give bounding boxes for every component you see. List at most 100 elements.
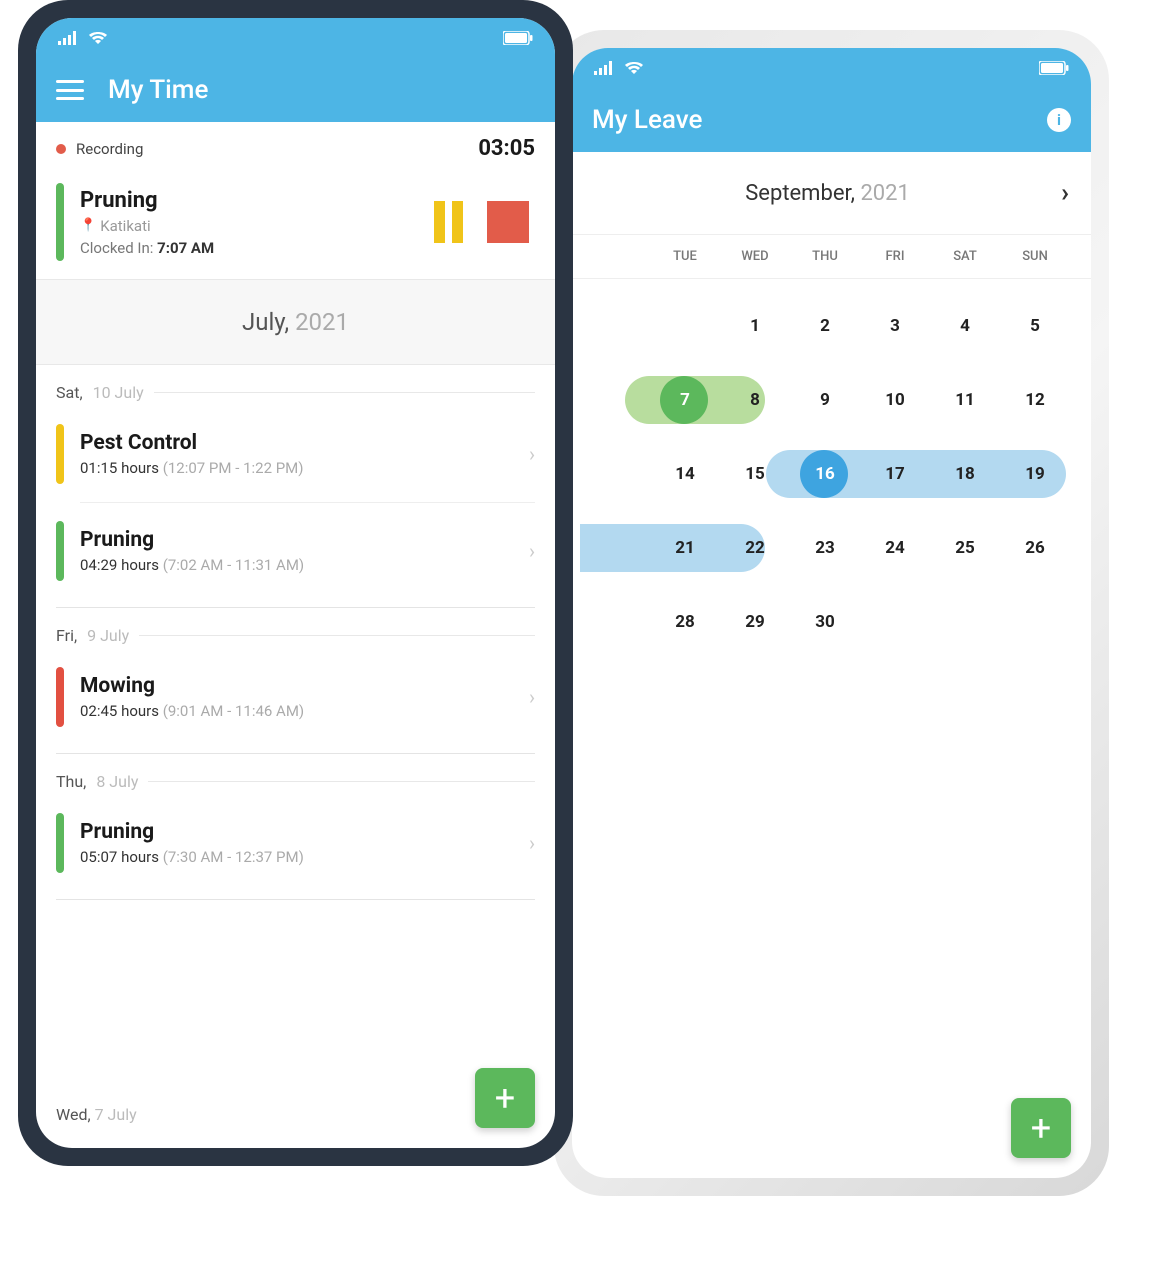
day-label: Sat, 10 July [56,383,535,402]
calendar-cell[interactable]: 19 [1000,464,1070,484]
calendar-cell[interactable]: 23 [790,538,860,558]
calendar-month-label: September, 2021 [594,181,1061,206]
day-label: Fri, 9 July [56,626,535,645]
calendar-cell[interactable]: 10 [860,390,930,410]
page-title: My Time [108,75,535,105]
weekday-sun: SUN [1000,249,1070,264]
entry-duration: 05:07 hours (7:30 AM - 12:37 PM) [80,848,529,866]
add-leave-button[interactable]: + [1011,1098,1071,1158]
screen-myleave: My Leave i September, 2021 › MON TUE WED… [572,48,1091,1178]
day-section: Thu, 8 July Pruning 05:07 hours (7:30 AM… [36,754,555,900]
active-task: Pruning 📍 Katikati Clocked In: 7:07 AM [36,175,555,280]
calendar-cell[interactable]: 9 [790,390,860,410]
calendar-cell[interactable]: 17 [860,464,930,484]
entry-color-bar [56,667,64,727]
calendar-cell[interactable]: 21 [650,538,720,558]
calendar-cell-selected[interactable]: 16 [790,464,860,484]
weekday-tue: TUE [650,249,720,264]
entry-title: Pest Control [80,431,529,455]
month-header: July, 2021 [36,280,555,365]
weekday-wed: WED [720,249,790,264]
calendar-cell[interactable]: 11 [930,390,1000,410]
calendar-cell[interactable]: 29 [720,612,790,632]
menu-button[interactable] [56,80,84,100]
calendar-cell-today[interactable]: 7 [650,390,720,410]
status-bar [572,48,1091,88]
time-entry[interactable]: Pest Control 01:15 hours (12:07 PM - 1:2… [56,412,535,496]
phone-frame-light: My Leave i September, 2021 › MON TUE WED… [554,30,1109,1196]
weekday-thu: THU [790,249,860,264]
calendar-row: 14 15 16 17 18 19 [580,437,1083,511]
entry-color-bar [56,521,64,581]
pause-button[interactable] [434,201,463,243]
chevron-right-icon: › [529,831,535,855]
signal-icon [594,61,614,75]
page-title: My Leave [592,105,1047,135]
day-label: Thu, 8 July [56,772,535,791]
next-month-button[interactable]: › [1061,178,1069,208]
phone-frame-dark: My Time Recording 03:05 Pruning 📍 Katika… [18,0,573,1166]
time-entry[interactable]: Pruning 05:07 hours (7:30 AM - 12:37 PM)… [56,801,535,885]
entry-duration: 04:29 hours (7:02 AM - 11:31 AM) [80,556,529,574]
active-task-clockin: Clocked In: 7:07 AM [80,239,434,257]
task-color-bar [56,183,64,261]
entry-color-bar [56,424,64,484]
calendar-cell[interactable]: 30 [790,612,860,632]
calendar-cell[interactable]: 25 [930,538,1000,558]
entry-title: Pruning [80,820,529,844]
entry-duration: 02:45 hours (9:01 AM - 11:46 AM) [80,702,529,720]
recording-status: Recording 03:05 [36,122,555,175]
active-task-name: Pruning [80,188,434,213]
battery-icon [1039,61,1069,75]
calendar-cell[interactable]: 2 [790,316,860,336]
calendar-cell[interactable]: 12 [1000,390,1070,410]
calendar-grid: 1 2 3 4 5 7 8 9 10 11 12 14 [572,279,1091,669]
day-section: Sat, 10 July Pest Control 01:15 hours (1… [36,365,555,608]
separator [56,899,535,900]
stop-button[interactable] [487,201,529,243]
status-bar [36,18,555,58]
calendar-row: 7 8 9 10 11 12 [580,363,1083,437]
app-header: My Time [36,58,555,122]
app-header: My Leave i [572,88,1091,152]
calendar-row: 1 2 3 4 5 [580,289,1083,363]
location-pin-icon: 📍 [80,218,96,233]
calendar-row: 21 22 23 24 25 26 [580,511,1083,585]
calendar-cell[interactable]: 4 [930,316,1000,336]
day-section: Fri, 9 July Mowing 02:45 hours (9:01 AM … [36,608,555,754]
active-task-location: 📍 Katikati [80,217,434,235]
entry-color-bar [56,813,64,873]
entry-title: Pruning [80,528,529,552]
calendar-cell[interactable]: 15 [720,464,790,484]
calendar-cell[interactable]: 28 [650,612,720,632]
battery-icon [503,31,533,45]
weekday-header: MON TUE WED THU FRI SAT SUN [572,235,1091,279]
time-entry[interactable]: Pruning 04:29 hours (7:02 AM - 11:31 AM)… [56,509,535,593]
calendar-cell[interactable]: 18 [930,464,1000,484]
calendar-row: 28 29 30 [580,585,1083,659]
separator [80,502,535,503]
recording-dot-icon [56,144,66,154]
entry-duration: 01:15 hours (12:07 PM - 1:22 PM) [80,459,529,477]
calendar-cell[interactable]: 1 [720,316,790,336]
info-icon[interactable]: i [1047,108,1071,132]
time-entry[interactable]: Mowing 02:45 hours (9:01 AM - 11:46 AM) … [56,655,535,739]
calendar-cell[interactable]: 26 [1000,538,1070,558]
calendar-cell[interactable]: 14 [650,464,720,484]
wifi-icon [624,61,644,75]
calendar-month-selector: September, 2021 › [572,152,1091,235]
weekday-sat: SAT [930,249,1000,264]
calendar-cell[interactable]: 24 [860,538,930,558]
add-time-button[interactable]: + [475,1068,535,1128]
chevron-right-icon: › [529,442,535,466]
signal-icon [58,31,78,45]
calendar-cell[interactable]: 5 [1000,316,1070,336]
screen-mytime: My Time Recording 03:05 Pruning 📍 Katika… [36,18,555,1148]
calendar-cell[interactable]: 8 [720,390,790,410]
wifi-icon [88,31,108,45]
recording-elapsed: 03:05 [478,136,535,161]
recording-label: Recording [76,140,143,158]
calendar-cell[interactable]: 22 [720,538,790,558]
calendar-cell[interactable]: 3 [860,316,930,336]
day-label: Wed, 7 July [56,1105,137,1124]
